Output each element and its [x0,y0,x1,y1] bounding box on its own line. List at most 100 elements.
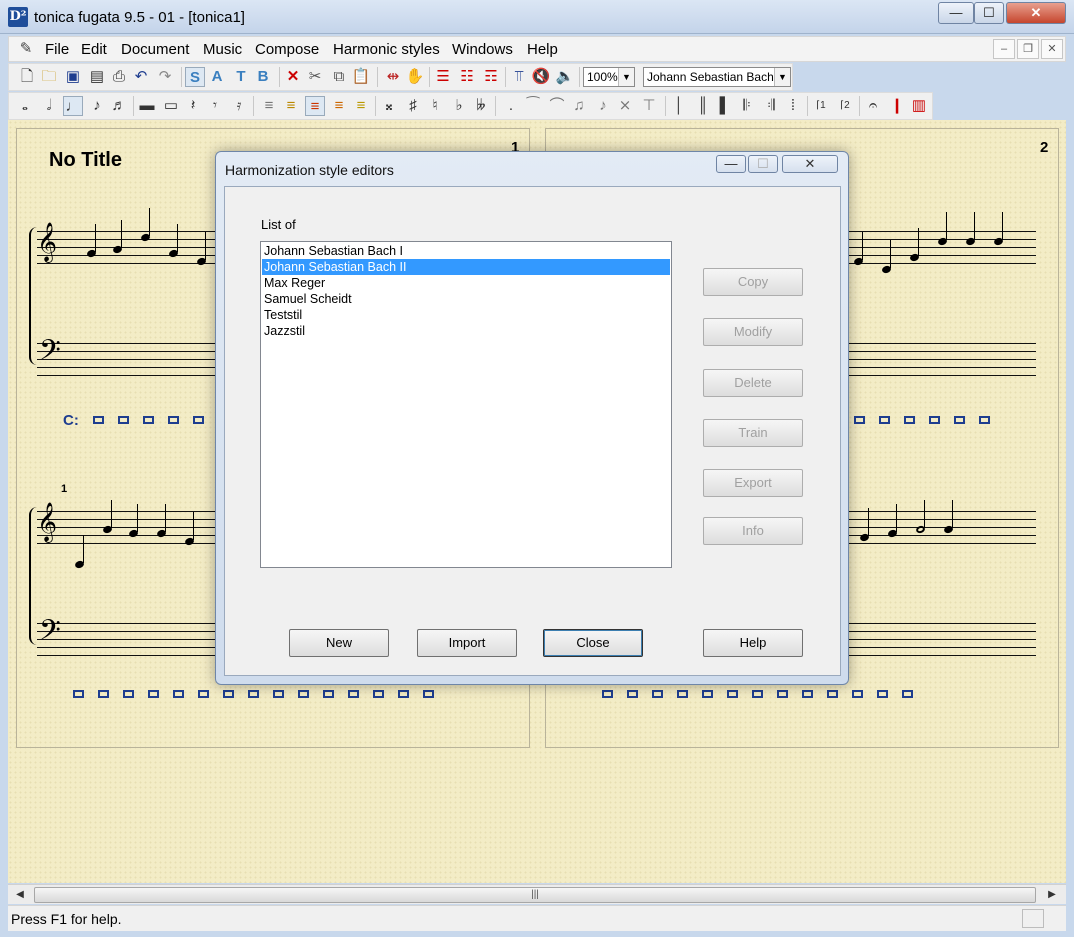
chevron-down-icon[interactable]: ▼ [618,68,634,86]
menu-harmonic-styles[interactable]: Harmonic styles [333,41,440,58]
voice-alto-button[interactable]: A [207,67,227,87]
fermata-small-icon[interactable]: ⊤ [639,96,659,116]
barline-icon[interactable]: │ [669,96,689,116]
chevron-down-icon[interactable]: ▼ [774,68,790,86]
modify-button[interactable]: Modify [703,318,803,346]
list-item[interactable]: Jazzstil [262,323,670,339]
mdi-restore-button[interactable]: ❐ [1017,39,1039,59]
chord-slot[interactable] [173,690,184,698]
eighth-rest-icon[interactable]: 𝄾 [205,96,225,116]
staff-alto-icon[interactable]: ≡ [281,96,301,116]
chord-slot[interactable] [118,416,129,424]
chord-slot[interactable] [902,690,913,698]
chord-slot[interactable] [929,416,940,424]
voices-icon[interactable]: ☷ [457,67,477,87]
first-ending-icon[interactable]: ⌈1 [811,96,831,116]
staff-all-icon[interactable]: ≡ [351,96,371,116]
chord-slot[interactable] [273,690,284,698]
chord-slot[interactable] [777,690,788,698]
document-menu-icon[interactable]: ✎ [15,39,37,59]
speaker-icon[interactable]: 🔈 [555,67,575,87]
list-item[interactable]: Samuel Scheidt [262,291,670,307]
print-icon[interactable]: ⎙ [109,67,129,87]
style-select[interactable]: Johann Sebastian Bach II ▼ [643,67,791,87]
treble-staff[interactable] [37,511,229,544]
export-button[interactable]: Export [703,469,803,497]
list-item-selected[interactable]: Johann Sebastian Bach II [262,259,670,275]
chord-slot[interactable] [423,690,434,698]
chord-slot[interactable] [854,416,865,424]
menu-edit[interactable]: Edit [81,41,107,58]
chord-slot[interactable] [702,690,713,698]
close-button[interactable]: Close [543,629,643,657]
sixteenth-rest-icon[interactable]: 𝄿 [229,96,249,116]
double-flat-icon[interactable]: 𝄫 [471,96,491,116]
eighth-note-icon[interactable]: ♪ [87,96,107,116]
insert-measure-icon[interactable]: ⇹ [383,67,403,87]
voice-tenor-button[interactable]: T [231,67,251,87]
chord-slot[interactable] [98,690,109,698]
treble-staff[interactable] [846,231,1036,264]
horizontal-scrollbar[interactable]: ◀ ||| ▶ [8,884,1066,904]
staff-bass-icon[interactable]: ≡ [329,96,349,116]
grace-note-icon[interactable]: ♪ [593,96,613,116]
chord-slot[interactable] [348,690,359,698]
chord-slot[interactable] [168,416,179,424]
redo-icon[interactable]: ↷ [155,67,175,87]
chord-slot[interactable] [954,416,965,424]
maximize-button[interactable]: ☐ [974,2,1004,24]
chord-slot[interactable] [143,416,154,424]
delete-icon[interactable]: ✕ [283,67,303,87]
double-barline-icon[interactable]: ║ [693,96,713,116]
cluster-icon[interactable]: ▥ [909,96,929,116]
chord-slot[interactable] [148,690,159,698]
final-barline-icon[interactable]: ▌ [715,96,735,116]
chord-slot[interactable] [398,690,409,698]
zoom-select[interactable]: 100% ▼ [583,67,635,87]
flat-icon[interactable]: ♭ [449,96,469,116]
new-button[interactable]: New [289,629,389,657]
lines-icon[interactable]: ☰ [433,67,453,87]
repeat-end-icon[interactable]: 𝄇 [761,96,781,116]
score-title[interactable]: No Title [49,149,122,172]
dialog-minimize-button[interactable]: — [716,155,746,173]
chord-slot[interactable] [877,690,888,698]
chord-slot[interactable] [223,690,234,698]
voice-soprano-button[interactable]: S [185,67,205,87]
chord-slot[interactable] [979,416,990,424]
chord-slot[interactable] [677,690,688,698]
repeat-both-icon[interactable]: ⁞ [783,96,803,116]
dialog-close-button[interactable]: ✕ [782,155,838,173]
chord-slot[interactable] [193,416,204,424]
style-list[interactable]: Johann Sebastian Bach I Johann Sebastian… [260,241,672,568]
menu-help[interactable]: Help [527,41,558,58]
dot-icon[interactable]: . [501,96,521,116]
list-item[interactable]: Max Reger [262,275,670,291]
cross-note-icon[interactable]: ⨯ [615,96,635,116]
scrollbar-thumb[interactable]: ||| [34,887,1036,903]
copy-icon[interactable]: ⧉ [329,67,349,87]
chord-slot[interactable] [373,690,384,698]
menu-file[interactable]: File [45,41,69,58]
chord-slot[interactable] [904,416,915,424]
fermata-icon[interactable]: 𝄐 [863,96,883,116]
help-button[interactable]: Help [703,629,803,657]
chord-slot[interactable] [827,690,838,698]
minimize-button[interactable]: — [938,2,974,24]
delete-button[interactable]: Delete [703,369,803,397]
save-icon[interactable]: ▣ [63,67,83,87]
chord-slot[interactable] [852,690,863,698]
layout-icon[interactable]: ☶ [481,67,501,87]
second-ending-icon[interactable]: ⌈2 [835,96,855,116]
slur-icon[interactable]: ⌒ [547,96,567,116]
key-label[interactable]: C: [63,412,79,429]
bass-staff[interactable] [37,623,229,656]
treble-staff[interactable] [846,511,1036,544]
chord-slot[interactable] [727,690,738,698]
chord-slot[interactable] [602,690,613,698]
new-file-icon[interactable]: 🗋 [17,67,37,87]
chord-slot[interactable] [198,690,209,698]
properties-icon[interactable]: ▤ [87,67,107,87]
ornament-icon[interactable]: ♫ [569,96,589,116]
half-rest-icon[interactable]: ▭ [161,96,181,116]
